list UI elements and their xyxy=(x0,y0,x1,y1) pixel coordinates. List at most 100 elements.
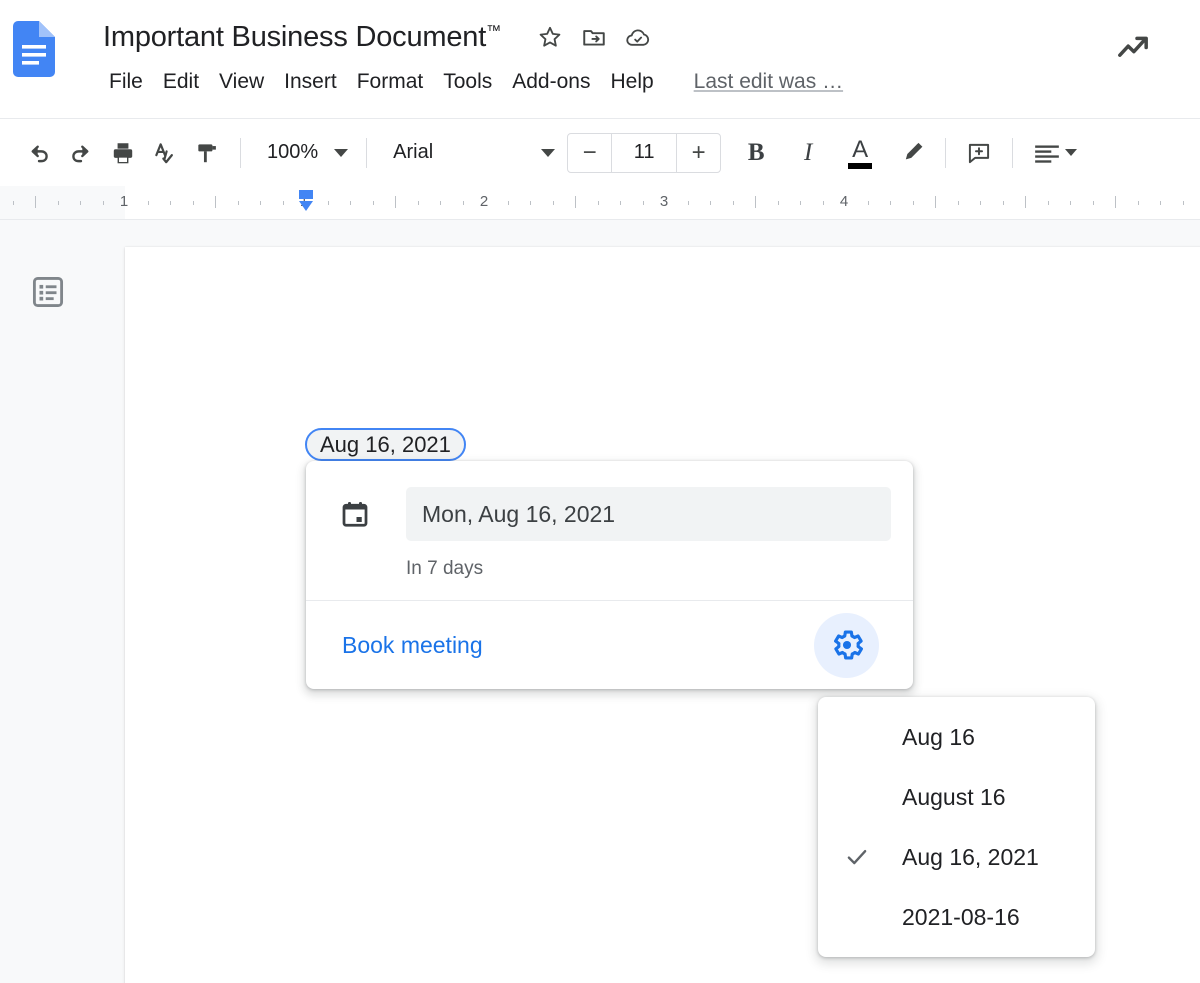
gear-icon xyxy=(833,630,863,660)
toolbar-divider xyxy=(945,137,947,168)
zoom-select[interactable]: 100% xyxy=(253,134,354,172)
highlight-pen-icon xyxy=(905,142,923,159)
toolbar-divider xyxy=(240,137,241,168)
ruler-tick xyxy=(215,196,216,208)
check-icon xyxy=(847,849,867,865)
date-format-option-label: August 16 xyxy=(902,783,1006,810)
toolbar-divider xyxy=(366,137,368,168)
ruler-tick xyxy=(733,201,734,205)
decrease-font-size-button[interactable]: − xyxy=(568,134,611,172)
chevron-down-icon xyxy=(1065,149,1078,156)
ruler-tick xyxy=(283,201,284,205)
bold-label: B xyxy=(747,138,765,166)
bold-button[interactable]: B xyxy=(735,132,777,174)
print-button[interactable] xyxy=(102,132,144,174)
date-format-option[interactable]: Aug 16, 2021 xyxy=(818,827,1095,887)
date-format-option[interactable]: Aug 16 xyxy=(818,707,1095,767)
ruler-tick xyxy=(958,201,959,205)
undo-icon xyxy=(31,145,48,162)
ruler-tick xyxy=(1160,201,1161,205)
book-meeting-link[interactable]: Book meeting xyxy=(342,632,483,659)
date-format-option-label: 2021-08-16 xyxy=(902,903,1020,930)
toolbar-divider xyxy=(1012,137,1014,168)
spellcheck-icon xyxy=(155,142,173,163)
ruler-tick xyxy=(778,201,779,205)
spellcheck-button[interactable] xyxy=(144,132,186,174)
text-color-label: A xyxy=(852,136,869,163)
star-icon[interactable] xyxy=(537,24,563,50)
font-size-stepper[interactable]: − 11 + xyxy=(567,132,722,173)
menu-item-add-ons[interactable]: Add-ons xyxy=(502,68,600,96)
ruler-number: 4 xyxy=(839,193,849,210)
line-spacing-button[interactable] xyxy=(1025,133,1079,173)
ruler[interactable]: 11234 xyxy=(0,186,1200,220)
date-format-settings-button[interactable] xyxy=(814,612,879,678)
italic-button[interactable]: I xyxy=(787,132,829,174)
add-comment-button[interactable] xyxy=(958,132,1000,174)
ruler-tick xyxy=(800,201,801,205)
ruler-tick xyxy=(80,201,81,205)
ruler-tick xyxy=(755,196,756,208)
ruler-tick xyxy=(935,196,936,208)
menu-item-view[interactable]: View xyxy=(209,68,274,96)
chip-card-actions: Book meeting xyxy=(306,601,913,689)
date-smart-chip[interactable]: Aug 16, 2021 xyxy=(305,428,466,461)
ruler-tick xyxy=(103,201,104,205)
ruler-tick xyxy=(575,196,576,208)
chip-card-date-row: Mon, Aug 16, 2021 xyxy=(328,487,891,541)
move-to-folder-icon[interactable] xyxy=(581,24,607,50)
menu-item-file[interactable]: File xyxy=(99,68,153,96)
menu-item-tools[interactable]: Tools xyxy=(433,68,502,96)
ruler-tick xyxy=(13,201,14,205)
highlight-color-button[interactable] xyxy=(891,132,933,174)
date-format-option[interactable]: August 16 xyxy=(818,767,1095,827)
date-format-option-label: Aug 16 xyxy=(902,723,975,750)
font-size-input[interactable]: 11 xyxy=(611,133,678,172)
ruler-tick xyxy=(148,201,149,205)
ruler-number: 2 xyxy=(479,193,489,210)
zoom-value: 100% xyxy=(267,141,319,163)
date-format-menu: Aug 16 August 16 Aug 16, 2021 2021-08-16 xyxy=(818,697,1095,957)
menu-item-help[interactable]: Help xyxy=(600,68,663,96)
ruler-tick xyxy=(508,201,509,205)
cloud-saved-icon[interactable] xyxy=(625,24,651,50)
date-input-field[interactable]: Mon, Aug 16, 2021 xyxy=(406,487,891,541)
left-indent-marker[interactable] xyxy=(297,188,315,216)
ruler-tick xyxy=(643,201,644,205)
ruler-tick xyxy=(260,201,261,205)
page-title[interactable]: Important Business Document™ xyxy=(103,21,501,54)
increase-font-size-button[interactable]: + xyxy=(677,134,720,172)
ruler-tick xyxy=(58,201,59,205)
print-icon xyxy=(113,142,133,163)
text-color-button[interactable]: A xyxy=(839,132,881,174)
top-bar: Important Business Document™ File Edit V… xyxy=(0,0,1200,118)
ruler-tick xyxy=(350,201,351,205)
align-left-icon xyxy=(1035,144,1060,163)
docs-file-icon[interactable] xyxy=(13,21,55,77)
font-family-select[interactable]: Arial xyxy=(379,134,563,172)
menu-bar: File Edit View Insert Format Tools Add-o… xyxy=(99,68,843,96)
ruler-tick xyxy=(823,201,824,205)
ruler-tick xyxy=(35,196,36,208)
last-edit-status[interactable]: Last edit was … xyxy=(694,70,843,94)
undo-button[interactable] xyxy=(18,132,60,174)
ruler-tick xyxy=(890,201,891,205)
redo-button[interactable] xyxy=(60,132,102,174)
chevron-down-icon xyxy=(334,148,349,157)
ruler-tick xyxy=(1048,201,1049,205)
ruler-tick xyxy=(530,201,531,205)
menu-item-edit[interactable]: Edit xyxy=(153,68,209,96)
ruler-tick xyxy=(1115,196,1116,208)
google-docs-window: Important Business Document™ File Edit V… xyxy=(0,0,1200,983)
document-outline-icon[interactable] xyxy=(31,275,65,309)
ruler-tick xyxy=(395,196,396,208)
trending-up-icon[interactable] xyxy=(1112,26,1156,66)
paint-format-button[interactable] xyxy=(186,132,228,174)
menu-item-insert[interactable]: Insert xyxy=(274,68,347,96)
date-format-option[interactable]: 2021-08-16 xyxy=(818,887,1095,947)
chevron-down-icon xyxy=(541,148,556,157)
ruler-tick xyxy=(1025,196,1026,208)
ruler-tick xyxy=(1003,201,1004,205)
menu-item-format[interactable]: Format xyxy=(347,68,434,96)
ruler-tick xyxy=(1070,201,1071,205)
